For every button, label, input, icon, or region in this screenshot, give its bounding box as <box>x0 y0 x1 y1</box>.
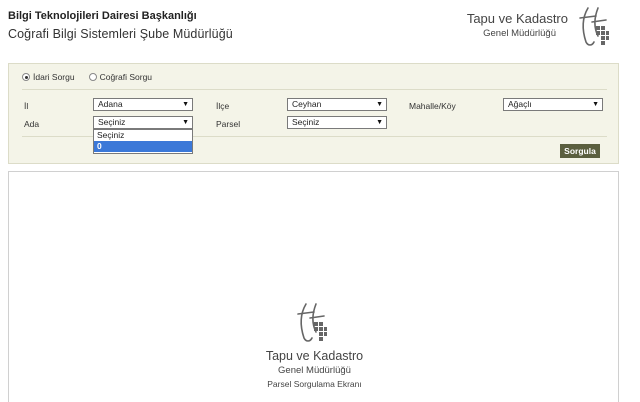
brand-header: Tapu ve Kadastro Genel Müdürlüğü <box>466 4 630 48</box>
ada-label: Ada <box>24 119 40 129</box>
ada-dropdown-list: Seçiniz 0 <box>93 129 193 154</box>
chevron-down-icon: ▼ <box>376 119 383 126</box>
dropdown-option-seciniz[interactable]: Seçiniz <box>94 130 192 141</box>
parsel-select[interactable]: Seçiniz ▼ <box>287 116 387 129</box>
map-area[interactable]: Tapu ve Kadastro Genel Müdürlüğü Parsel … <box>8 171 619 402</box>
il-select[interactable]: Adana ▼ <box>93 98 193 111</box>
radio-idari-sorgu-label[interactable]: İdari Sorgu <box>33 72 75 82</box>
brand-name: Tapu ve Kadastro <box>466 11 568 26</box>
page-subtitle: Coğrafi Bilgi Sistemleri Şube Müdürlüğü <box>8 27 233 41</box>
mahalle-select[interactable]: Ağaçlı ▼ <box>503 98 603 111</box>
map-screen-title: Parsel Sorgulama Ekranı <box>267 379 362 389</box>
map-brand-name: Tapu ve Kadastro <box>265 349 364 363</box>
il-label: İl <box>24 101 29 111</box>
query-type-radio-group: İdari Sorgu Coğrafi Sorgu <box>22 72 166 82</box>
radio-cografi-sorgu-label[interactable]: Coğrafi Sorgu <box>100 72 152 82</box>
chevron-down-icon: ▼ <box>592 101 599 108</box>
dropdown-option-0[interactable]: 0 <box>94 141 192 152</box>
chevron-down-icon: ▼ <box>182 119 189 126</box>
ilce-select[interactable]: Ceyhan ▼ <box>287 98 387 111</box>
brand-subtitle: Genel Müdürlüğü <box>483 28 556 39</box>
sorgula-button[interactable]: Sorgula <box>560 144 600 158</box>
mahalle-label: Mahalle/Köy <box>409 101 456 111</box>
chevron-down-icon: ▼ <box>182 101 189 108</box>
chevron-down-icon: ▼ <box>376 101 383 108</box>
tkgm-logo-icon <box>579 7 609 46</box>
divider <box>22 89 607 90</box>
ilce-label: İlçe <box>216 101 230 111</box>
tkgm-logo-icon <box>297 303 327 342</box>
page-title: Bilgi Teknolojileri Dairesi Başkanlığı <box>8 10 197 22</box>
query-panel: İdari Sorgu Coğrafi Sorgu İl Adana ▼ İlç… <box>8 63 619 164</box>
radio-cografi-sorgu[interactable] <box>88 73 97 81</box>
parsel-label: Parsel <box>216 119 241 129</box>
ada-select[interactable]: Seçiniz ▼ <box>93 116 193 129</box>
map-brand-subtitle: Genel Müdürlüğü <box>278 365 351 376</box>
radio-idari-sorgu[interactable] <box>22 73 30 81</box>
